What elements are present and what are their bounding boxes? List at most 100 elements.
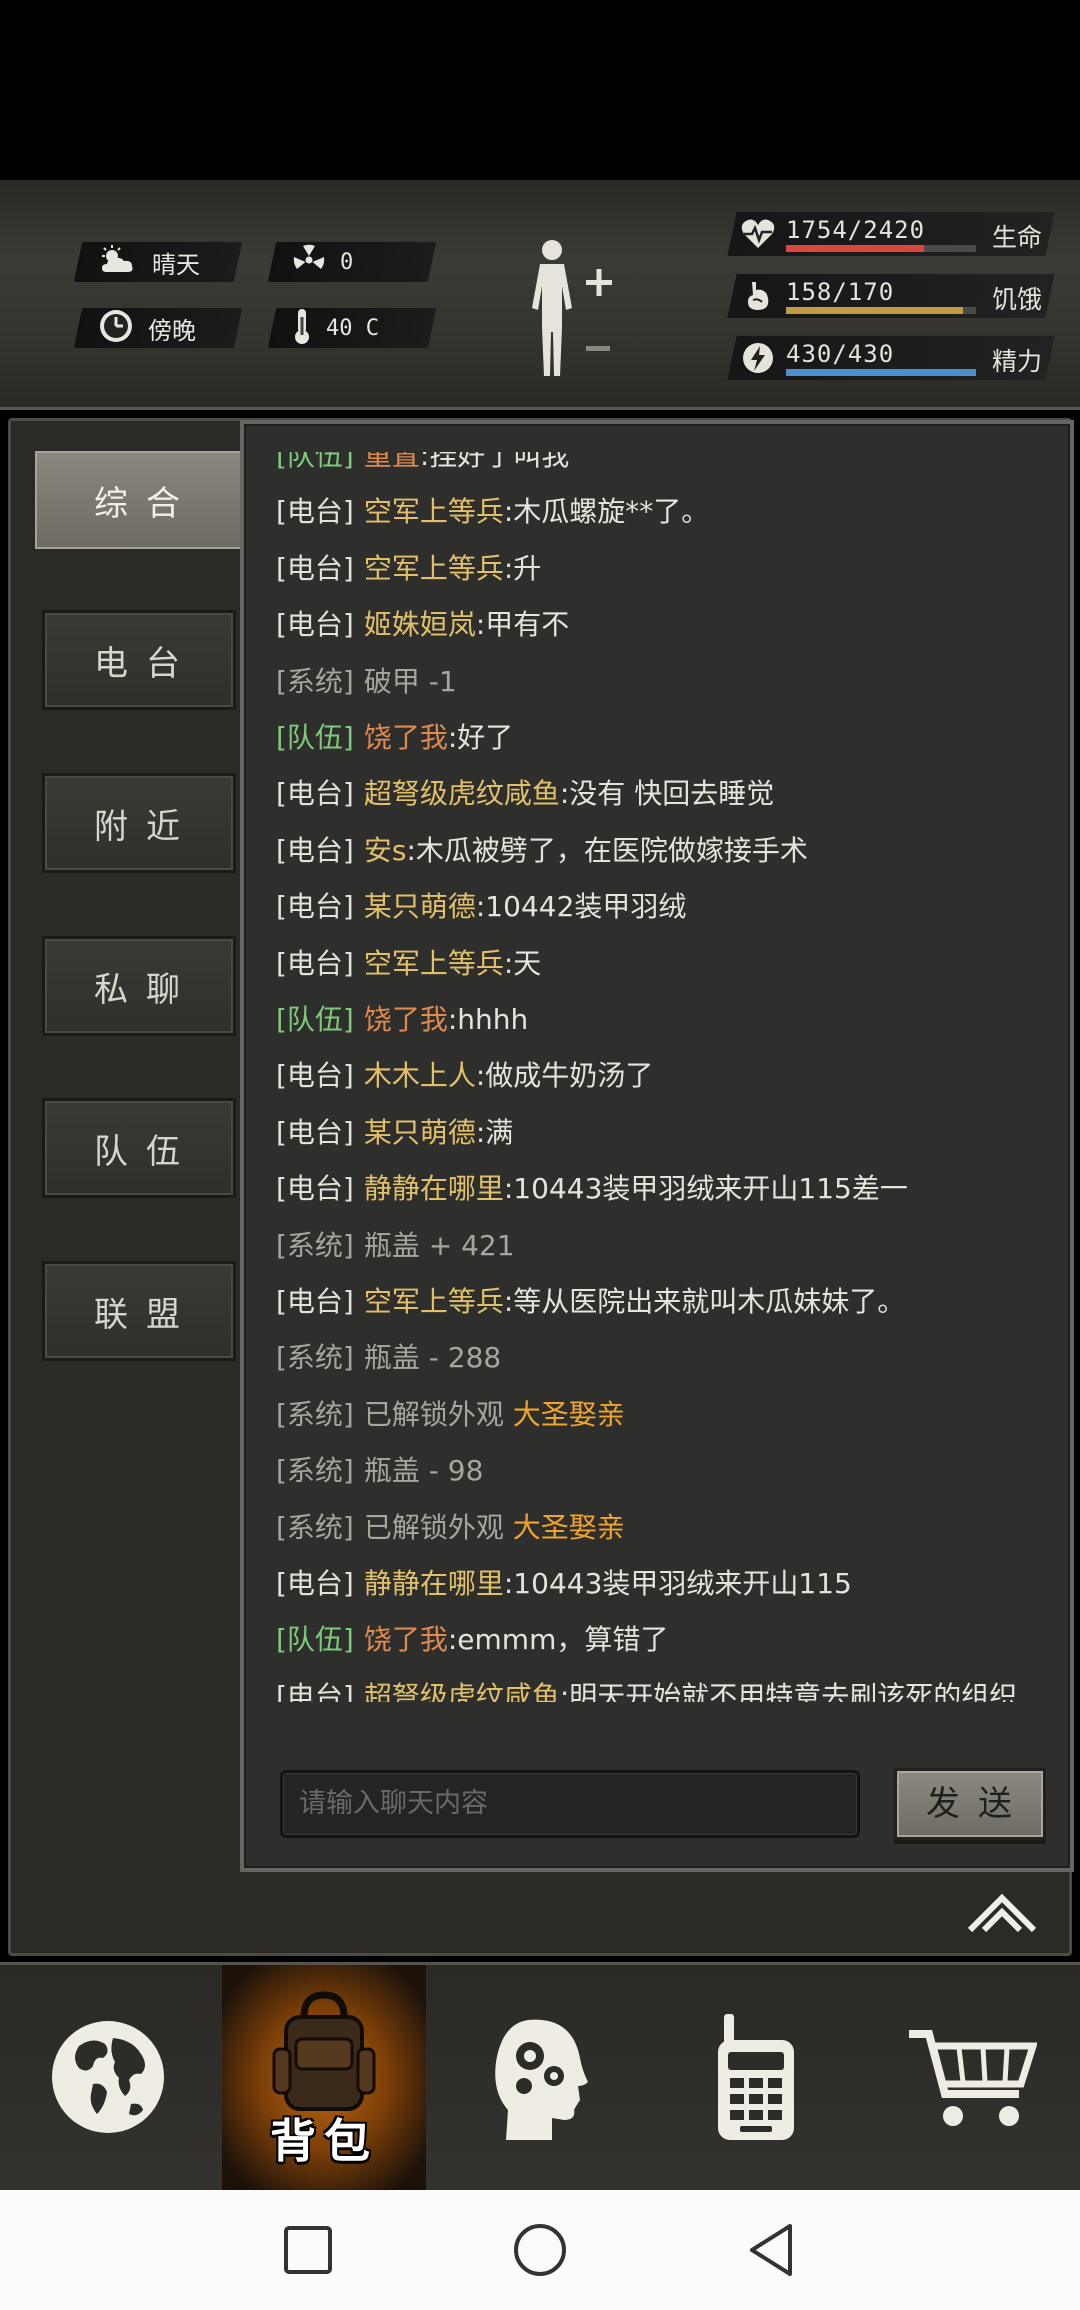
chat-message-text: 破甲 -1 bbox=[363, 664, 457, 698]
health-value: 1754/2420 bbox=[786, 216, 926, 244]
body-status-button[interactable] bbox=[520, 236, 630, 386]
chat-channel-tag: [电台] bbox=[276, 1115, 354, 1149]
chat-sender-name[interactable]: 静静在哪里 bbox=[364, 1567, 504, 1600]
tab-private[interactable]: 私聊 bbox=[42, 936, 236, 1036]
nav-backpack[interactable]: 背包 bbox=[222, 1965, 426, 2193]
chat-unlocked-skin-name: 大圣娶亲 bbox=[512, 1397, 625, 1431]
energy-label: 精力 bbox=[992, 347, 1043, 376]
chat-sender-name[interactable]: 某只萌德 bbox=[364, 1116, 476, 1149]
health-stat: 1754/2420 生命 bbox=[720, 212, 1060, 256]
chat-sender-name[interactable]: 空军上等兵 bbox=[364, 947, 504, 980]
chat-message-text: 瓶盖 - 288 bbox=[363, 1341, 502, 1375]
energy-stat: 430/430 精力 bbox=[720, 336, 1060, 380]
chat-sender-name[interactable]: 饶了我 bbox=[364, 1003, 448, 1036]
back-triangle-icon[interactable] bbox=[740, 2218, 804, 2282]
chat-message-text: :木瓜螺旋**了。 bbox=[503, 495, 710, 529]
chat-message: [队伍] 饶了我:emmm，算错了 bbox=[276, 1620, 668, 1660]
chat-message: [电台] 木木上人:做成牛奶汤了 bbox=[276, 1056, 653, 1096]
nav-shop[interactable] bbox=[864, 1965, 1080, 2193]
chat-channel-tag: [队伍] bbox=[276, 1003, 354, 1036]
chat-channel-tag: [电台] bbox=[276, 1679, 354, 1702]
chat-channel-tag: [队伍] bbox=[276, 452, 354, 472]
chat-message-text: :emmm，算错了 bbox=[447, 1623, 669, 1657]
chat-sender-name[interactable]: 木木上人 bbox=[364, 1059, 476, 1092]
nav-radio[interactable] bbox=[648, 1965, 864, 2193]
tab-radio-label: 电台 bbox=[94, 643, 198, 684]
tab-radio[interactable]: 电台 bbox=[42, 610, 236, 710]
chat-channel-tag: [电台] bbox=[276, 946, 354, 980]
chat-sender-name[interactable]: 饶了我 bbox=[364, 1623, 448, 1656]
chat-sender-name[interactable]: 空军上等兵 bbox=[364, 552, 504, 585]
home-circle-icon[interactable] bbox=[508, 2218, 572, 2282]
temperature-value: 40 C bbox=[326, 315, 379, 341]
sun-cloud-icon bbox=[98, 244, 138, 280]
chat-sender-name[interactable]: 超弩级虎纹咸鱼 bbox=[364, 777, 560, 810]
chat-message-text: :明天开始就不用特意去刷该死的组织 bbox=[559, 1679, 1018, 1702]
chat-unlocked-skin-name: 大圣娶亲 bbox=[512, 1510, 625, 1544]
chat-sender-name[interactable]: 重置 bbox=[364, 452, 420, 472]
hunger-label: 饥饿 bbox=[992, 285, 1043, 314]
chat-channel-tag: [系统] bbox=[276, 1510, 354, 1544]
collapse-chevron-icon[interactable] bbox=[966, 1890, 1038, 1934]
system-nav-bar bbox=[0, 2190, 1080, 2310]
tab-general-label: 综合 bbox=[94, 483, 198, 524]
chat-message: [电台] 静静在哪里:10443装甲羽绒来开山115 bbox=[276, 1564, 852, 1604]
chat-message-text: :甲有不 bbox=[475, 608, 570, 642]
nav-backpack-label: 背包 bbox=[270, 2114, 378, 2168]
chat-log[interactable]: [队伍] 重置:挂好了叫我 [电台] 空军上等兵:木瓜螺旋**了。 [电台] 空军上等兵:… bbox=[260, 452, 1060, 1702]
chat-sender-name[interactable]: 静静在哪里 bbox=[364, 1172, 504, 1205]
human-body-icon bbox=[532, 240, 612, 376]
weather-text: 晴天 bbox=[152, 250, 200, 279]
chat-channel-tag: [电台] bbox=[276, 608, 354, 642]
chat-sender-name[interactable]: 饶了我 bbox=[364, 721, 448, 754]
chat-message: [队伍] 饶了我:好了 bbox=[276, 718, 513, 758]
chat-message: [队伍] 重置:挂好了叫我 bbox=[276, 452, 569, 476]
tab-nearby-label: 附近 bbox=[94, 806, 198, 847]
chat-sender-name[interactable]: 空军上等兵 bbox=[364, 495, 504, 528]
chat-message-text: :10443装甲羽绒来开山115差一 bbox=[503, 1172, 908, 1206]
tab-alliance-label: 联盟 bbox=[94, 1294, 198, 1335]
chat-message: [系统] 瓶盖 + 421 bbox=[276, 1226, 515, 1266]
chat-message-text: :挂好了叫我 bbox=[419, 452, 570, 472]
stomach-icon bbox=[740, 278, 776, 314]
bottom-nav: 背包 bbox=[0, 1962, 1080, 2193]
chat-channel-tag: [队伍] bbox=[276, 1623, 354, 1657]
chat-channel-tag: [电台] bbox=[276, 495, 354, 529]
chat-message-text: 已解锁外观 bbox=[363, 1510, 513, 1544]
chat-channel-tag: [电台] bbox=[276, 777, 354, 811]
chat-channel-tag: [电台] bbox=[276, 833, 354, 867]
tab-team[interactable]: 队伍 bbox=[42, 1098, 236, 1198]
chat-message: [电台] 空军上等兵:天 bbox=[276, 944, 541, 984]
walkie-talkie-icon bbox=[710, 2010, 802, 2148]
chat-sender-name[interactable]: 超弩级虎纹咸鱼 bbox=[364, 1680, 560, 1702]
tab-team-label: 队伍 bbox=[94, 1131, 198, 1172]
nav-map[interactable] bbox=[0, 1965, 216, 2193]
chat-message: [电台] 空军上等兵:等从医院出来就叫木瓜妹妹了。 bbox=[276, 1282, 905, 1322]
thermometer-icon bbox=[292, 307, 312, 349]
chat-message: [电台] 空军上等兵:木瓜螺旋**了。 bbox=[276, 492, 709, 532]
chat-message: [电台] 某只萌德:10442装甲羽绒 bbox=[276, 887, 686, 927]
tab-alliance[interactable]: 联盟 bbox=[42, 1261, 236, 1361]
chat-sender-name[interactable]: 安s bbox=[364, 834, 407, 867]
send-button[interactable]: 发送 bbox=[894, 1768, 1046, 1840]
hunger-bar bbox=[786, 307, 976, 314]
recent-apps-square-icon[interactable] bbox=[276, 2218, 340, 2282]
chat-message: [队伍] 饶了我:hhhh bbox=[276, 1000, 528, 1040]
globe-icon bbox=[49, 2018, 167, 2140]
chat-message: [系统] 已解锁外观 大圣娶亲 bbox=[276, 1395, 625, 1435]
nav-skills[interactable] bbox=[432, 1965, 648, 2193]
health-bar bbox=[786, 245, 976, 252]
chat-input[interactable]: 请输入聊天内容 bbox=[280, 1770, 860, 1838]
chat-channel-tag: [电台] bbox=[276, 890, 354, 924]
chat-message: [电台] 静静在哪里:10443装甲羽绒来开山115差一 bbox=[276, 1169, 908, 1209]
chat-message-text: :hhhh bbox=[447, 1003, 529, 1036]
chat-channel-tag: [系统] bbox=[276, 1454, 354, 1488]
chat-sender-name[interactable]: 空军上等兵 bbox=[364, 1285, 504, 1318]
chat-message-text: :没有 快回去睡觉 bbox=[559, 777, 775, 811]
tab-general[interactable]: 综合 bbox=[32, 448, 246, 552]
chat-sender-name[interactable]: 某只萌德 bbox=[364, 890, 476, 923]
tab-nearby[interactable]: 附近 bbox=[42, 773, 236, 873]
chat-sender-name[interactable]: 姬姝姮岚 bbox=[364, 608, 476, 641]
chat-message-text: :满 bbox=[475, 1115, 514, 1149]
chat-message-text: 瓶盖 - 98 bbox=[363, 1454, 484, 1488]
